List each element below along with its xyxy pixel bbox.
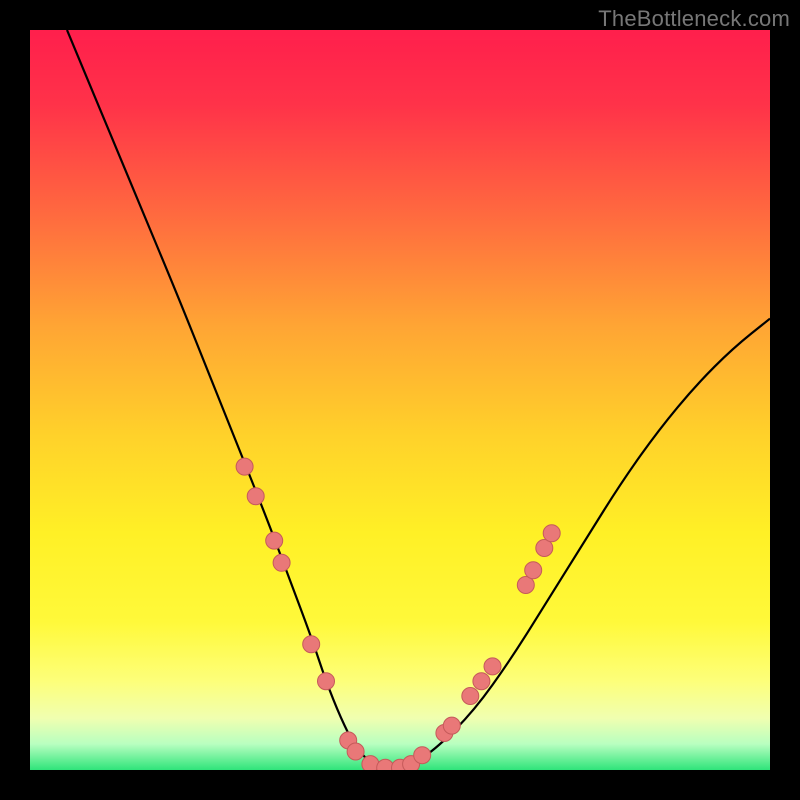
data-point xyxy=(525,562,542,579)
data-point xyxy=(318,673,335,690)
data-point xyxy=(236,458,253,475)
data-point xyxy=(266,532,283,549)
chart-svg xyxy=(30,30,770,770)
data-point xyxy=(473,673,490,690)
data-point xyxy=(443,717,460,734)
data-point xyxy=(247,488,264,505)
data-point xyxy=(462,688,479,705)
data-point xyxy=(414,747,431,764)
plot-area xyxy=(30,30,770,770)
data-point xyxy=(347,743,364,760)
data-point xyxy=(543,525,560,542)
data-point xyxy=(484,658,501,675)
watermark-text: TheBottleneck.com xyxy=(598,6,790,32)
gradient-background xyxy=(30,30,770,770)
outer-frame: TheBottleneck.com xyxy=(0,0,800,800)
data-point xyxy=(303,636,320,653)
data-point xyxy=(273,554,290,571)
